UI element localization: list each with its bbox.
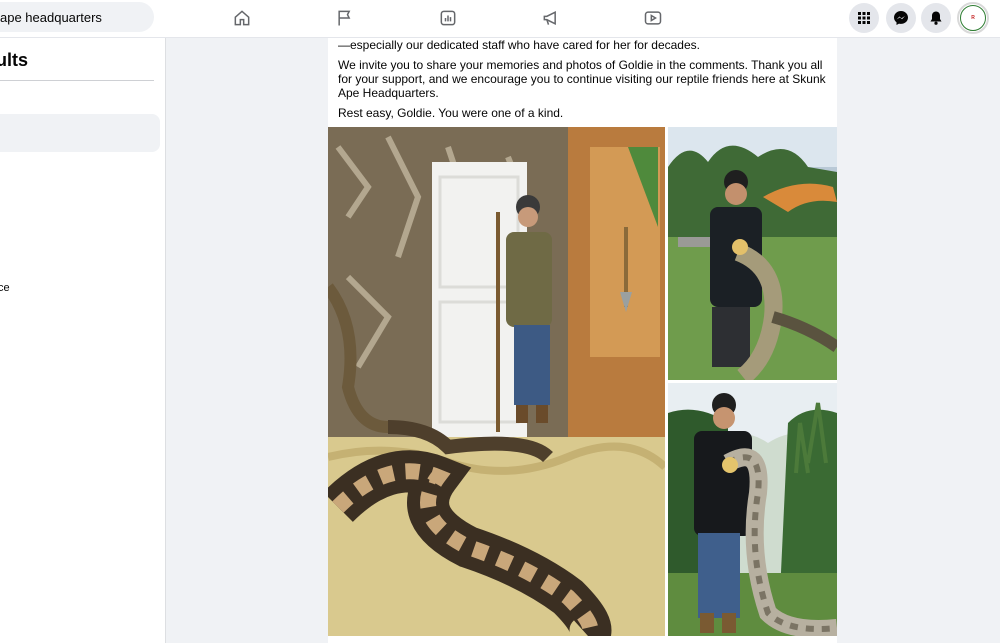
filter-item-label[interactable]: ce bbox=[0, 282, 10, 294]
left-panel: ults ce bbox=[0, 38, 166, 643]
photo-main[interactable] bbox=[328, 127, 665, 636]
post-paragraph: We invite you to share your memories and… bbox=[338, 58, 826, 100]
top-navigation-bar: R bbox=[0, 0, 1000, 38]
home-icon[interactable] bbox=[230, 6, 254, 30]
post-card: —especially our dedicated staff who have… bbox=[328, 38, 837, 643]
megaphone-icon[interactable] bbox=[539, 6, 563, 30]
results-heading: ults bbox=[0, 50, 29, 70]
menu-grid-icon[interactable] bbox=[849, 3, 879, 33]
photo-top-right[interactable] bbox=[668, 127, 837, 380]
photo-grid bbox=[328, 127, 837, 636]
flag-icon[interactable] bbox=[333, 6, 357, 30]
dashboard-icon[interactable] bbox=[436, 6, 460, 30]
search-input[interactable] bbox=[0, 9, 140, 25]
reptiles-logo: R bbox=[960, 5, 986, 31]
avatar[interactable]: R bbox=[957, 2, 989, 34]
search-box[interactable] bbox=[0, 2, 154, 32]
divider bbox=[0, 80, 154, 81]
bell-icon[interactable] bbox=[921, 3, 951, 33]
messenger-icon[interactable] bbox=[886, 3, 916, 33]
selected-filter-item[interactable] bbox=[0, 114, 160, 152]
post-text: —especially our dedicated staff who have… bbox=[338, 38, 833, 126]
post-paragraph: —especially our dedicated staff who have… bbox=[338, 38, 700, 52]
post-paragraph: Rest easy, Goldie. You were one of a kin… bbox=[338, 106, 564, 120]
video-icon[interactable] bbox=[641, 6, 665, 30]
photo-bottom-right[interactable] bbox=[668, 383, 837, 636]
